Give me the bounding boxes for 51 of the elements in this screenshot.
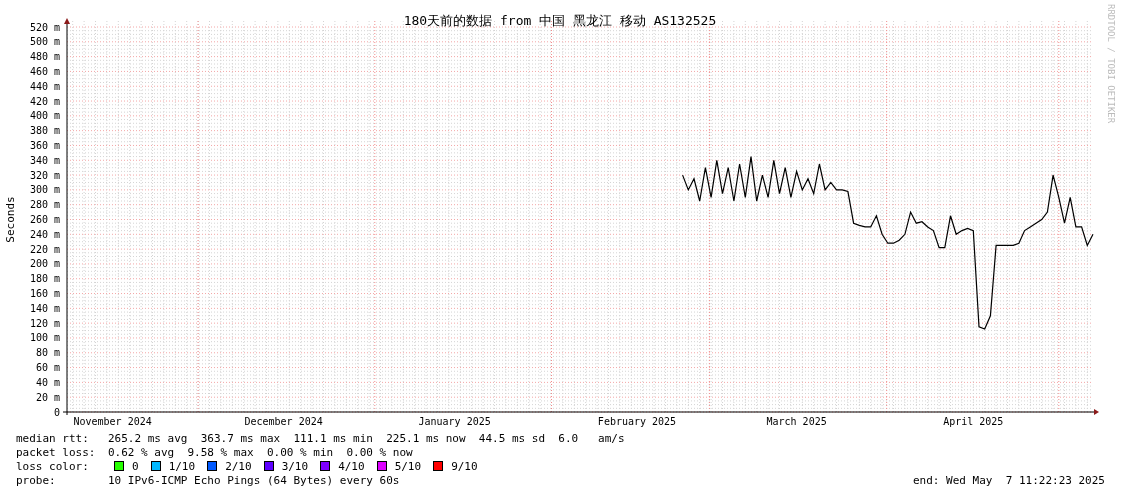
legend-value: 1/10	[168, 459, 196, 473]
axis-label: 380 m	[29, 125, 60, 137]
axis-label: 280 m	[29, 199, 60, 211]
axis-label: February 2025	[597, 416, 677, 427]
axis-label: April 2025	[943, 416, 1004, 427]
legend-label: probe:	[16, 473, 57, 487]
axis-label: December 2024	[244, 416, 323, 427]
legend-value: 265.2 ms avg 363.7 ms max 111.1 ms min 225.1 ms now 44.5 ms sd 6.0 am/s	[108, 431, 625, 445]
axis-label: 160 m	[29, 288, 60, 300]
axis-label: 500 m	[29, 36, 60, 48]
axis-label: 0	[53, 406, 60, 418]
legend-label: packet loss:	[16, 445, 97, 459]
axis-label: 60 m	[35, 362, 60, 374]
axis-label: 100 m	[29, 332, 60, 344]
axis-label: 200 m	[29, 258, 60, 270]
axis-label: 320 m	[29, 169, 60, 181]
axis-label: 480 m	[29, 51, 60, 63]
legend-value: 0.62 % avg 9.58 % max 0.00 % min 0.00 % now	[108, 445, 413, 459]
legend-value: 5/10	[394, 459, 422, 473]
legend-value: 4/10	[338, 459, 365, 473]
axis-label: 220 m	[29, 243, 60, 255]
axis-label: 140 m	[29, 302, 60, 314]
legend-value: 0	[132, 459, 139, 473]
axis-label: 440 m	[29, 80, 60, 92]
chart-title: 180天前的数据 from 中国 黑龙江 移动 AS132525	[403, 13, 717, 28]
axis-label: 80 m	[35, 347, 60, 359]
axis-label: 240 m	[29, 228, 60, 240]
axis-label: 420 m	[29, 95, 60, 107]
axis-label: 400 m	[29, 110, 60, 122]
watermark-text: RRDTOOL / TOBI OETIKER	[1106, 4, 1115, 124]
axis-label: 40 m	[35, 376, 60, 388]
legend-label: loss color:	[16, 459, 90, 473]
legend-value: 2/10	[225, 459, 252, 473]
axis-label: 360 m	[29, 139, 60, 151]
axis-label: 460 m	[29, 65, 60, 77]
axis-label: 120 m	[29, 317, 60, 329]
legend-label: median rtt:	[16, 431, 90, 445]
axis-label: 20 m	[35, 391, 60, 403]
axis-label: 180 m	[29, 273, 60, 285]
axis-label: March 2025	[766, 416, 827, 427]
axis-label: 300 m	[29, 184, 60, 196]
end-time: end: Wed May 7 11:22:23 2025	[912, 473, 1105, 487]
legend-value: 10 IPv6-ICMP Echo Pings (64 Bytes) every 60s	[108, 473, 400, 487]
axis-label: January 2025	[418, 416, 491, 427]
axis-label: 340 m	[29, 154, 60, 166]
legend-value: 3/10	[281, 459, 309, 473]
axis-title: Seconds	[4, 196, 17, 243]
axis-label: 520 m	[29, 21, 60, 33]
legend-value: 9/10	[451, 459, 478, 473]
axis-label: November 2024	[73, 416, 152, 427]
axis-label: 260 m	[29, 214, 60, 225]
